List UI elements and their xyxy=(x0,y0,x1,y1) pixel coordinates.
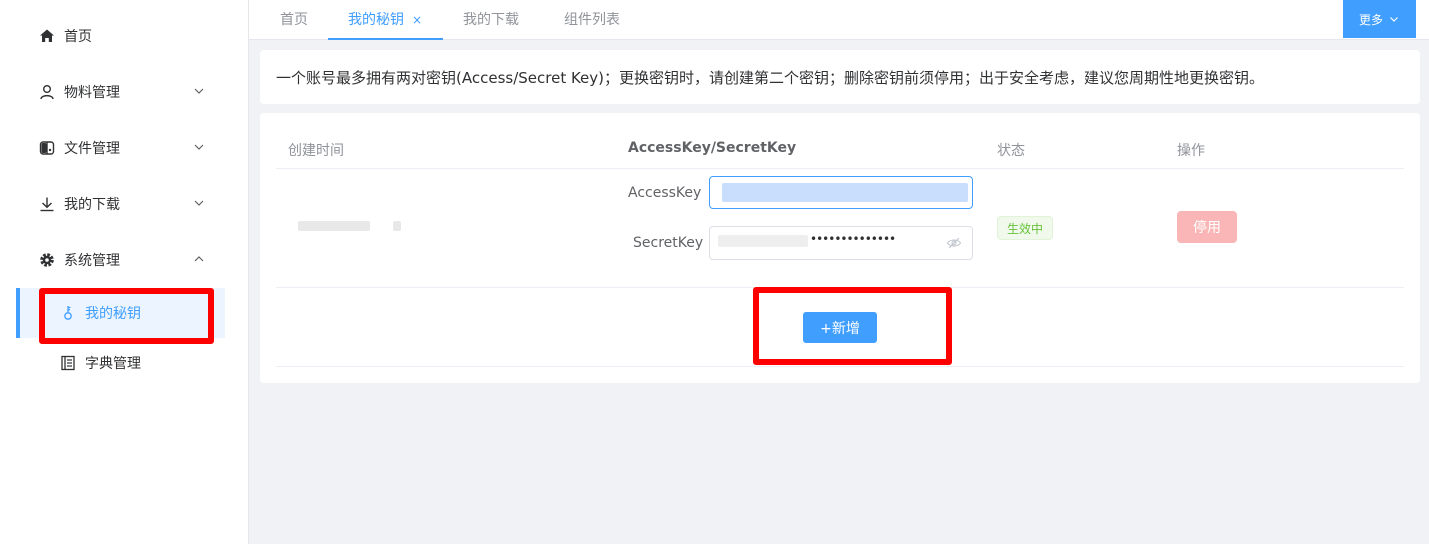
column-header-status: 状态 xyxy=(997,143,1025,159)
sidebar-item-my-keys[interactable]: 我的秘钥 xyxy=(16,288,225,338)
more-button[interactable]: 更多 xyxy=(1343,0,1416,38)
sidebar-item-files[interactable]: 文件管理 xyxy=(0,120,249,176)
chevron-down-icon xyxy=(194,88,204,94)
secretkey-label: SecretKey xyxy=(633,235,704,251)
gear-icon xyxy=(39,252,55,268)
chevron-down-icon xyxy=(1390,17,1398,22)
tab-bar: 首页 我的秘钥 × 我的下载 组件列表 xyxy=(249,0,1429,40)
secretkey-mask: •••••••••••••• xyxy=(810,232,896,246)
tab-label: 我的下载 xyxy=(463,12,519,28)
tab-home[interactable]: 首页 xyxy=(280,0,308,40)
column-header-keys: AccessKey/SecretKey xyxy=(628,140,797,156)
tab-components[interactable]: 组件列表 xyxy=(564,0,620,40)
sidebar-item-system[interactable]: 系统管理 xyxy=(0,232,249,288)
sidebar-item-label: 物料管理 xyxy=(64,85,120,101)
sidebar-item-dictionary[interactable]: 字典管理 xyxy=(16,338,225,388)
secretkey-value-redacted xyxy=(718,235,808,247)
add-key-button[interactable]: +新增 xyxy=(803,312,877,343)
notice-banner: 一个账号最多拥有两对密钥(Access/Secret Key)；更换密钥时，请创… xyxy=(260,50,1420,104)
accesskey-value-redacted xyxy=(722,183,968,202)
sidebar-item-label: 我的下载 xyxy=(64,197,120,213)
chevron-down-icon xyxy=(194,200,204,206)
sidebar-item-label: 我的秘钥 xyxy=(85,306,141,322)
key-icon xyxy=(60,305,76,321)
user-icon xyxy=(39,84,55,100)
sidebar-item-label: 文件管理 xyxy=(64,141,120,157)
sidebar-item-label: 首页 xyxy=(64,29,92,45)
chevron-up-icon xyxy=(194,256,204,262)
eye-off-icon[interactable] xyxy=(946,235,962,251)
tab-label: 我的秘钥 xyxy=(348,12,404,28)
status-badge: 生效中 xyxy=(997,216,1053,240)
download-icon xyxy=(39,196,55,212)
secretkey-field[interactable]: •••••••••••••• xyxy=(709,226,973,260)
notice-text: 一个账号最多拥有两对密钥(Access/Secret Key)；更换密钥时，请创… xyxy=(276,68,1265,87)
keys-card: 创建时间 AccessKey/SecretKey 状态 操作 AccessKey… xyxy=(260,113,1420,383)
divider xyxy=(276,168,1404,169)
divider xyxy=(276,287,1404,288)
book-icon xyxy=(60,355,76,371)
close-icon[interactable]: × xyxy=(412,13,422,27)
column-header-created: 创建时间 xyxy=(288,143,344,159)
accesskey-label: AccessKey xyxy=(628,185,702,201)
disable-button[interactable]: 停用 xyxy=(1177,211,1237,243)
tab-label: 首页 xyxy=(280,12,308,28)
created-time-redacted xyxy=(393,221,401,231)
sidebar-item-label: 字典管理 xyxy=(85,356,141,372)
tab-label: 组件列表 xyxy=(564,12,620,28)
tab-my-keys[interactable]: 我的秘钥 × xyxy=(328,0,443,40)
sidebar: 首页 物料管理 文件管理 我的下载 系统管理 我的秘钥 字典管理 xyxy=(0,0,249,544)
created-time-redacted xyxy=(298,221,370,231)
sidebar-item-material[interactable]: 物料管理 xyxy=(0,64,249,120)
tab-my-downloads[interactable]: 我的下载 xyxy=(463,0,519,40)
sidebar-item-downloads[interactable]: 我的下载 xyxy=(0,176,249,232)
column-header-action: 操作 xyxy=(1177,143,1205,159)
home-icon xyxy=(39,28,55,44)
divider xyxy=(276,366,1404,367)
sidebar-item-home[interactable]: 首页 xyxy=(0,8,249,64)
folder-switch-icon xyxy=(39,140,55,156)
more-label: 更多 xyxy=(1358,12,1383,27)
chevron-down-icon xyxy=(194,144,204,150)
sidebar-item-label: 系统管理 xyxy=(64,253,120,269)
accesskey-field[interactable] xyxy=(709,176,973,209)
